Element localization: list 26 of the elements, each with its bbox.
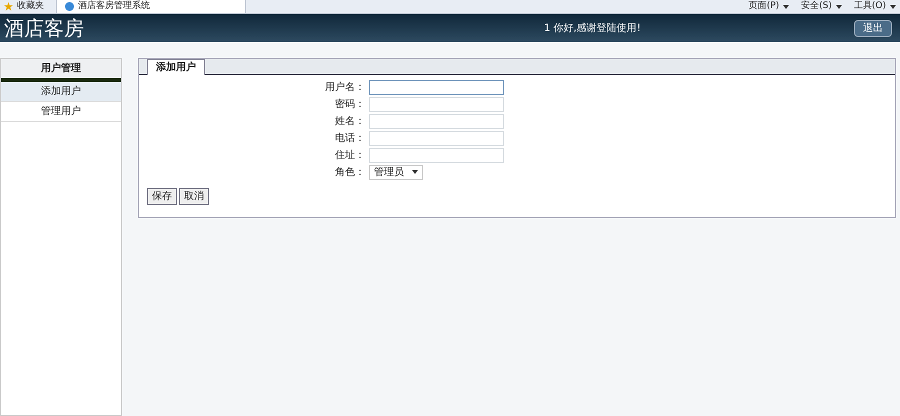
caret-icon bbox=[783, 4, 790, 8]
site-title: 酒店客房 bbox=[4, 18, 84, 38]
browser-menu[interactable]: 安全(S) bbox=[801, 0, 842, 14]
form-button[interactable]: 保存 bbox=[147, 188, 177, 205]
greeting-text: 1 你好,感谢登陆使用! bbox=[544, 22, 641, 36]
logout-button[interactable]: 退出 bbox=[854, 20, 892, 36]
sidebar-item[interactable]: 添加用户 bbox=[1, 82, 121, 102]
role-select[interactable]: 管理员 bbox=[369, 164, 423, 180]
field-label: 角色： bbox=[334, 166, 366, 180]
panel-tab[interactable]: 添加用户 bbox=[147, 59, 205, 75]
browser-tab[interactable]: 酒店客房管理系统 bbox=[56, 0, 246, 14]
field-label: 电话： bbox=[334, 132, 366, 146]
caret-icon bbox=[836, 4, 842, 8]
caret-icon bbox=[412, 170, 418, 174]
browser-menu[interactable]: 工具(O) bbox=[854, 0, 896, 14]
sidebar-heading: 用户管理 bbox=[1, 59, 121, 82]
favorites-link[interactable]: 收藏夹 bbox=[4, 0, 44, 14]
caret-icon bbox=[890, 4, 896, 8]
star-icon bbox=[4, 2, 13, 11]
browser-menu[interactable]: 页面(P) bbox=[748, 0, 790, 14]
field-label: 密码： bbox=[334, 98, 366, 112]
field-label: 用户名： bbox=[324, 80, 366, 94]
form-button[interactable]: 取消 bbox=[179, 188, 209, 205]
field-label: 姓名： bbox=[334, 114, 366, 128]
field-label: 住址： bbox=[334, 148, 366, 162]
text-field[interactable] bbox=[369, 80, 504, 94]
